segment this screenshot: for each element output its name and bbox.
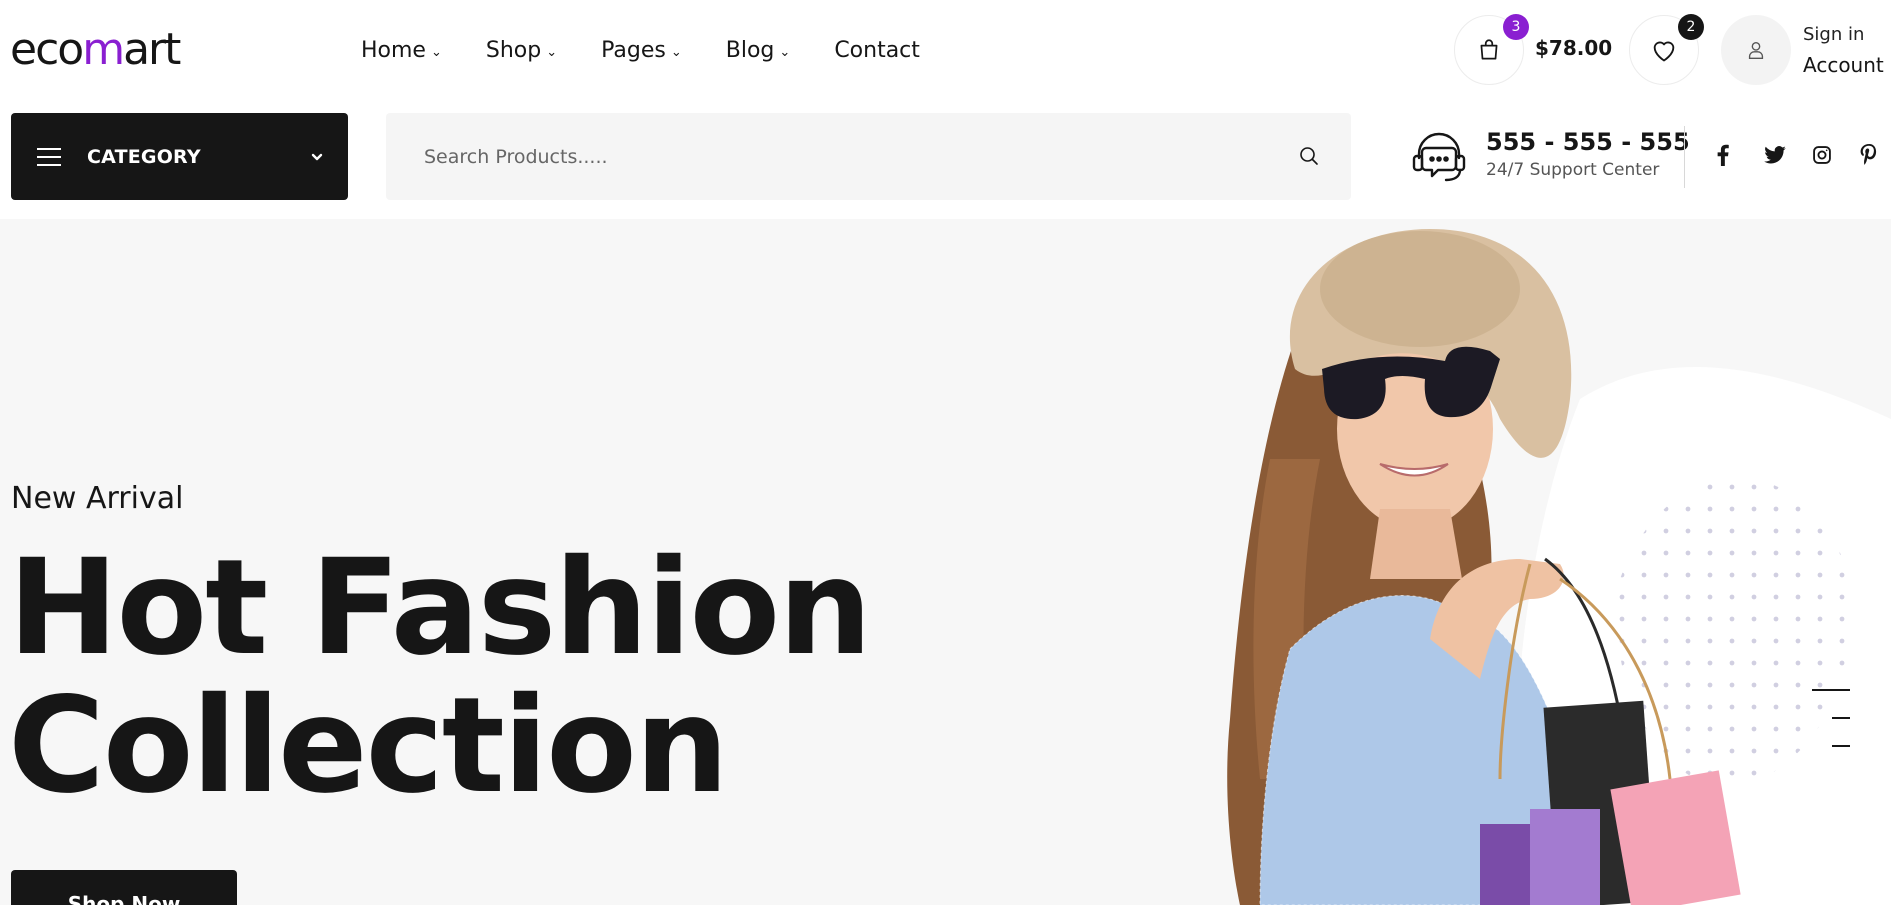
twitter-icon[interactable] bbox=[1764, 140, 1812, 170]
slide-indicator-active[interactable] bbox=[1812, 689, 1850, 691]
slide-indicator[interactable] bbox=[1832, 745, 1850, 747]
logo-accent: m bbox=[82, 24, 125, 75]
support-subtitle: 24/7 Support Center bbox=[1486, 160, 1660, 180]
logo-suffix: art bbox=[123, 24, 181, 75]
nav-item-label: Blog bbox=[725, 37, 775, 63]
nav-item-label: Home bbox=[361, 37, 426, 63]
category-label: CATEGORY bbox=[87, 145, 201, 168]
hero-title: Hot Fashion Collection bbox=[8, 531, 872, 823]
user-icon bbox=[1748, 41, 1764, 59]
top-header: ecomart Home ⌄ Shop ⌄ Pages ⌄ Blog ⌄ Con… bbox=[0, 0, 1891, 100]
chevron-down-icon: ⌄ bbox=[546, 44, 558, 60]
facebook-icon[interactable] bbox=[1716, 140, 1764, 170]
shopping-bag-icon bbox=[1480, 39, 1498, 60]
wishlist-count-badge: 2 bbox=[1678, 14, 1704, 40]
nav-item-blog[interactable]: Blog ⌄ bbox=[726, 38, 791, 63]
cart-button[interactable]: 3 bbox=[1454, 14, 1529, 85]
nav-item-pages[interactable]: Pages ⌄ bbox=[601, 38, 682, 63]
category-dropdown-button[interactable]: CATEGORY bbox=[11, 113, 348, 200]
social-links bbox=[1716, 140, 1891, 170]
shop-now-button[interactable]: Shop Now bbox=[11, 870, 237, 905]
heart-icon bbox=[1653, 41, 1675, 62]
chevron-down-icon: ⌄ bbox=[670, 44, 682, 60]
logo-prefix: eco bbox=[10, 24, 84, 75]
nav-item-contact[interactable]: Contact bbox=[834, 38, 920, 63]
nav-item-label: Shop bbox=[485, 37, 542, 63]
nav-item-home[interactable]: Home ⌄ bbox=[361, 38, 442, 63]
nav-item-label: Pages bbox=[601, 37, 666, 63]
account-label: Account bbox=[1803, 53, 1884, 77]
chevron-down-icon bbox=[311, 153, 323, 161]
search-bar bbox=[386, 113, 1351, 200]
cart-total[interactable]: $78.00 bbox=[1535, 36, 1612, 60]
hero-banner: New Arrival Hot Fashion Collection Shop … bbox=[0, 219, 1891, 905]
wishlist-button[interactable]: 2 bbox=[1629, 14, 1704, 85]
chevron-down-icon: ⌄ bbox=[779, 44, 791, 60]
slider-pagination bbox=[1812, 689, 1850, 773]
slide-indicator[interactable] bbox=[1832, 717, 1850, 719]
hero-model-image bbox=[1227, 229, 1891, 905]
sign-in-label: Sign in bbox=[1803, 24, 1865, 45]
site-logo[interactable]: ecomart bbox=[10, 22, 181, 78]
hero-eyebrow: New Arrival bbox=[11, 481, 184, 516]
hero-title-line: Collection bbox=[8, 669, 729, 823]
pinterest-icon[interactable] bbox=[1860, 140, 1891, 170]
search-input[interactable] bbox=[386, 113, 1266, 200]
headset-support-icon bbox=[1412, 132, 1466, 182]
hamburger-menu-icon bbox=[37, 147, 61, 166]
cart-count-badge: 3 bbox=[1503, 14, 1529, 40]
account-button[interactable] bbox=[1721, 15, 1791, 85]
account-link[interactable]: Sign in Account bbox=[1803, 20, 1884, 80]
instagram-icon[interactable] bbox=[1812, 140, 1860, 170]
main-nav: Home ⌄ Shop ⌄ Pages ⌄ Blog ⌄ Contact bbox=[361, 32, 964, 68]
nav-item-shop[interactable]: Shop ⌄ bbox=[486, 38, 557, 63]
chevron-down-icon: ⌄ bbox=[430, 44, 442, 60]
search-icon[interactable] bbox=[1297, 144, 1321, 168]
header-divider bbox=[1684, 126, 1685, 188]
nav-item-label: Contact bbox=[834, 37, 920, 63]
support-phone[interactable]: 555 - 555 - 555 bbox=[1486, 128, 1690, 156]
hero-title-line: Hot Fashion bbox=[8, 531, 872, 685]
